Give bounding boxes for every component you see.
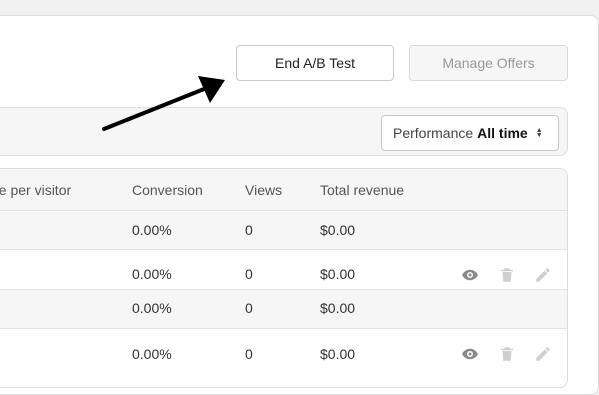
column-header-conversion: Conversion	[132, 182, 203, 198]
performance-select[interactable]: Performance All time ▲ ▼	[381, 115, 559, 151]
table-row: 0.00% 0 $0.00	[0, 211, 567, 250]
column-header-total-revenue: Total revenue	[320, 182, 405, 198]
conversion-cell: 0.00%	[132, 346, 172, 362]
table-row: 0.00% 0 $0.00	[0, 329, 567, 387]
table-header: ue per visitor Conversion Views Total re…	[0, 169, 567, 211]
pencil-icon[interactable]	[534, 266, 552, 284]
revenue-cell: $0.00	[320, 300, 356, 316]
column-header-revenue-per-visitor: ue per visitor	[0, 182, 72, 198]
table-row: 0.00% 0 $0.00	[0, 250, 567, 290]
views-cell: 0	[245, 266, 253, 282]
conversion-cell: 0.00%	[132, 300, 172, 316]
trash-icon[interactable]	[498, 345, 516, 363]
views-cell: 0	[245, 222, 253, 238]
views-cell: 0	[245, 300, 253, 316]
conversion-cell: 0.00%	[132, 266, 172, 282]
end-ab-test-button[interactable]: End A/B Test	[236, 45, 394, 81]
views-cell: 0	[245, 346, 253, 362]
column-header-views: Views	[245, 182, 283, 198]
table-row: 0.00% 0 $0.00	[0, 290, 567, 329]
select-caret-icon: ▲ ▼	[535, 127, 543, 139]
eye-icon[interactable]	[461, 266, 479, 284]
eye-icon[interactable]	[461, 345, 479, 363]
pencil-icon[interactable]	[534, 345, 552, 363]
performance-value: All time	[477, 125, 528, 141]
revenue-cell: $0.00	[320, 266, 356, 282]
trash-icon[interactable]	[498, 266, 516, 284]
manage-offers-button[interactable]: Manage Offers	[409, 45, 568, 81]
revenue-cell: $0.00	[320, 346, 356, 362]
offers-table: ue per visitor Conversion Views Total re…	[0, 168, 568, 388]
conversion-cell: 0.00%	[132, 222, 172, 238]
performance-label: Performance	[393, 125, 474, 141]
revenue-cell: $0.00	[320, 222, 356, 238]
